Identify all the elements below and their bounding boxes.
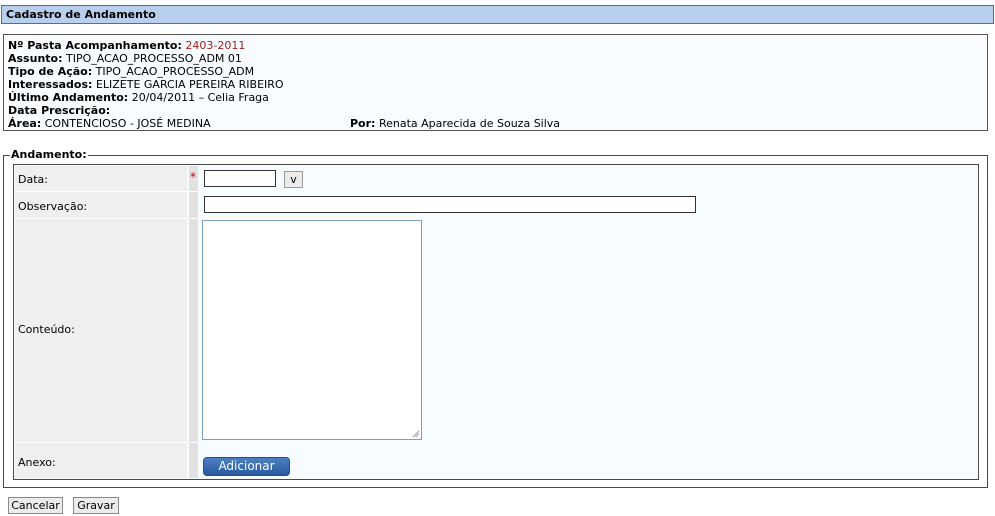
tipo-acao-value: TIPO_ACAO_PROCESSO_ADM	[95, 65, 255, 78]
process-info-panel: Nº Pasta Acompanhamento: 2403-2011 Assun…	[3, 34, 988, 131]
required-marker: *	[190, 170, 196, 184]
pasta-line: Nº Pasta Acompanhamento: 2403-2011	[8, 39, 245, 52]
row-divider	[15, 442, 977, 443]
tipo-acao-label: Tipo de Ação:	[8, 65, 93, 78]
date-picker-button[interactable]: v	[284, 171, 303, 188]
cancel-button[interactable]: Cancelar	[8, 497, 63, 514]
separator-column	[189, 166, 198, 478]
data-input[interactable]	[204, 170, 276, 187]
data-prescricao-line: Data Prescrição:	[8, 104, 110, 117]
row-divider	[15, 191, 977, 192]
ultimo-andamento-line: Último Andamento: 20/04/2011 – Celia Fra…	[8, 91, 269, 104]
resize-grip-icon[interactable]	[412, 430, 419, 437]
tipo-acao-line: Tipo de Ação: TIPO_ACAO_PROCESSO_ADM	[8, 65, 254, 78]
page-title: Cadastro de Andamento	[1, 5, 994, 24]
save-button[interactable]: Gravar	[73, 497, 119, 514]
conteudo-textarea[interactable]	[202, 220, 422, 440]
andamento-legend: Andamento:	[10, 148, 88, 161]
pasta-label: Nº Pasta Acompanhamento:	[8, 39, 182, 52]
area-value: CONTENCIOSO - JOSÉ MEDINA	[44, 117, 211, 130]
observacao-input[interactable]	[204, 196, 696, 213]
por-label: Por:	[350, 117, 376, 130]
area-label: Área:	[8, 117, 42, 130]
andamento-form: Data: * v Observação: Conteúdo: Anexo: A…	[13, 164, 979, 480]
por-value: Renata Aparecida de Souza Silva	[378, 117, 561, 130]
conteudo-label: Conteúdo:	[18, 323, 75, 336]
assunto-line: Assunto: TIPO_ACAO_PROCESSO_ADM 01	[8, 52, 242, 65]
pasta-value: 2403-2011	[185, 39, 246, 52]
anexo-label: Anexo:	[18, 456, 56, 469]
interessados-line: Interessados: ELIZETE GARCIA PEREIRA RIB…	[8, 78, 284, 91]
row-divider	[15, 218, 977, 219]
data-label: Data:	[18, 173, 48, 186]
interessados-label: Interessados:	[8, 78, 93, 91]
ultimo-andamento-label: Último Andamento:	[8, 91, 129, 104]
adicionar-button[interactable]: Adicionar	[203, 457, 290, 476]
observacao-label: Observação:	[18, 200, 88, 213]
assunto-label: Assunto:	[8, 52, 63, 65]
assunto-value: TIPO_ACAO_PROCESSO_ADM 01	[65, 52, 242, 65]
area-line: Área: CONTENCIOSO - JOSÉ MEDINA	[8, 117, 211, 130]
data-prescricao-label: Data Prescrição:	[8, 104, 111, 117]
ultimo-andamento-value: 20/04/2011 – Celia Fraga	[131, 91, 269, 104]
interessados-value: ELIZETE GARCIA PEREIRA RIBEIRO	[95, 78, 284, 91]
por-line: Por: Renata Aparecida de Souza Silva	[350, 117, 560, 130]
